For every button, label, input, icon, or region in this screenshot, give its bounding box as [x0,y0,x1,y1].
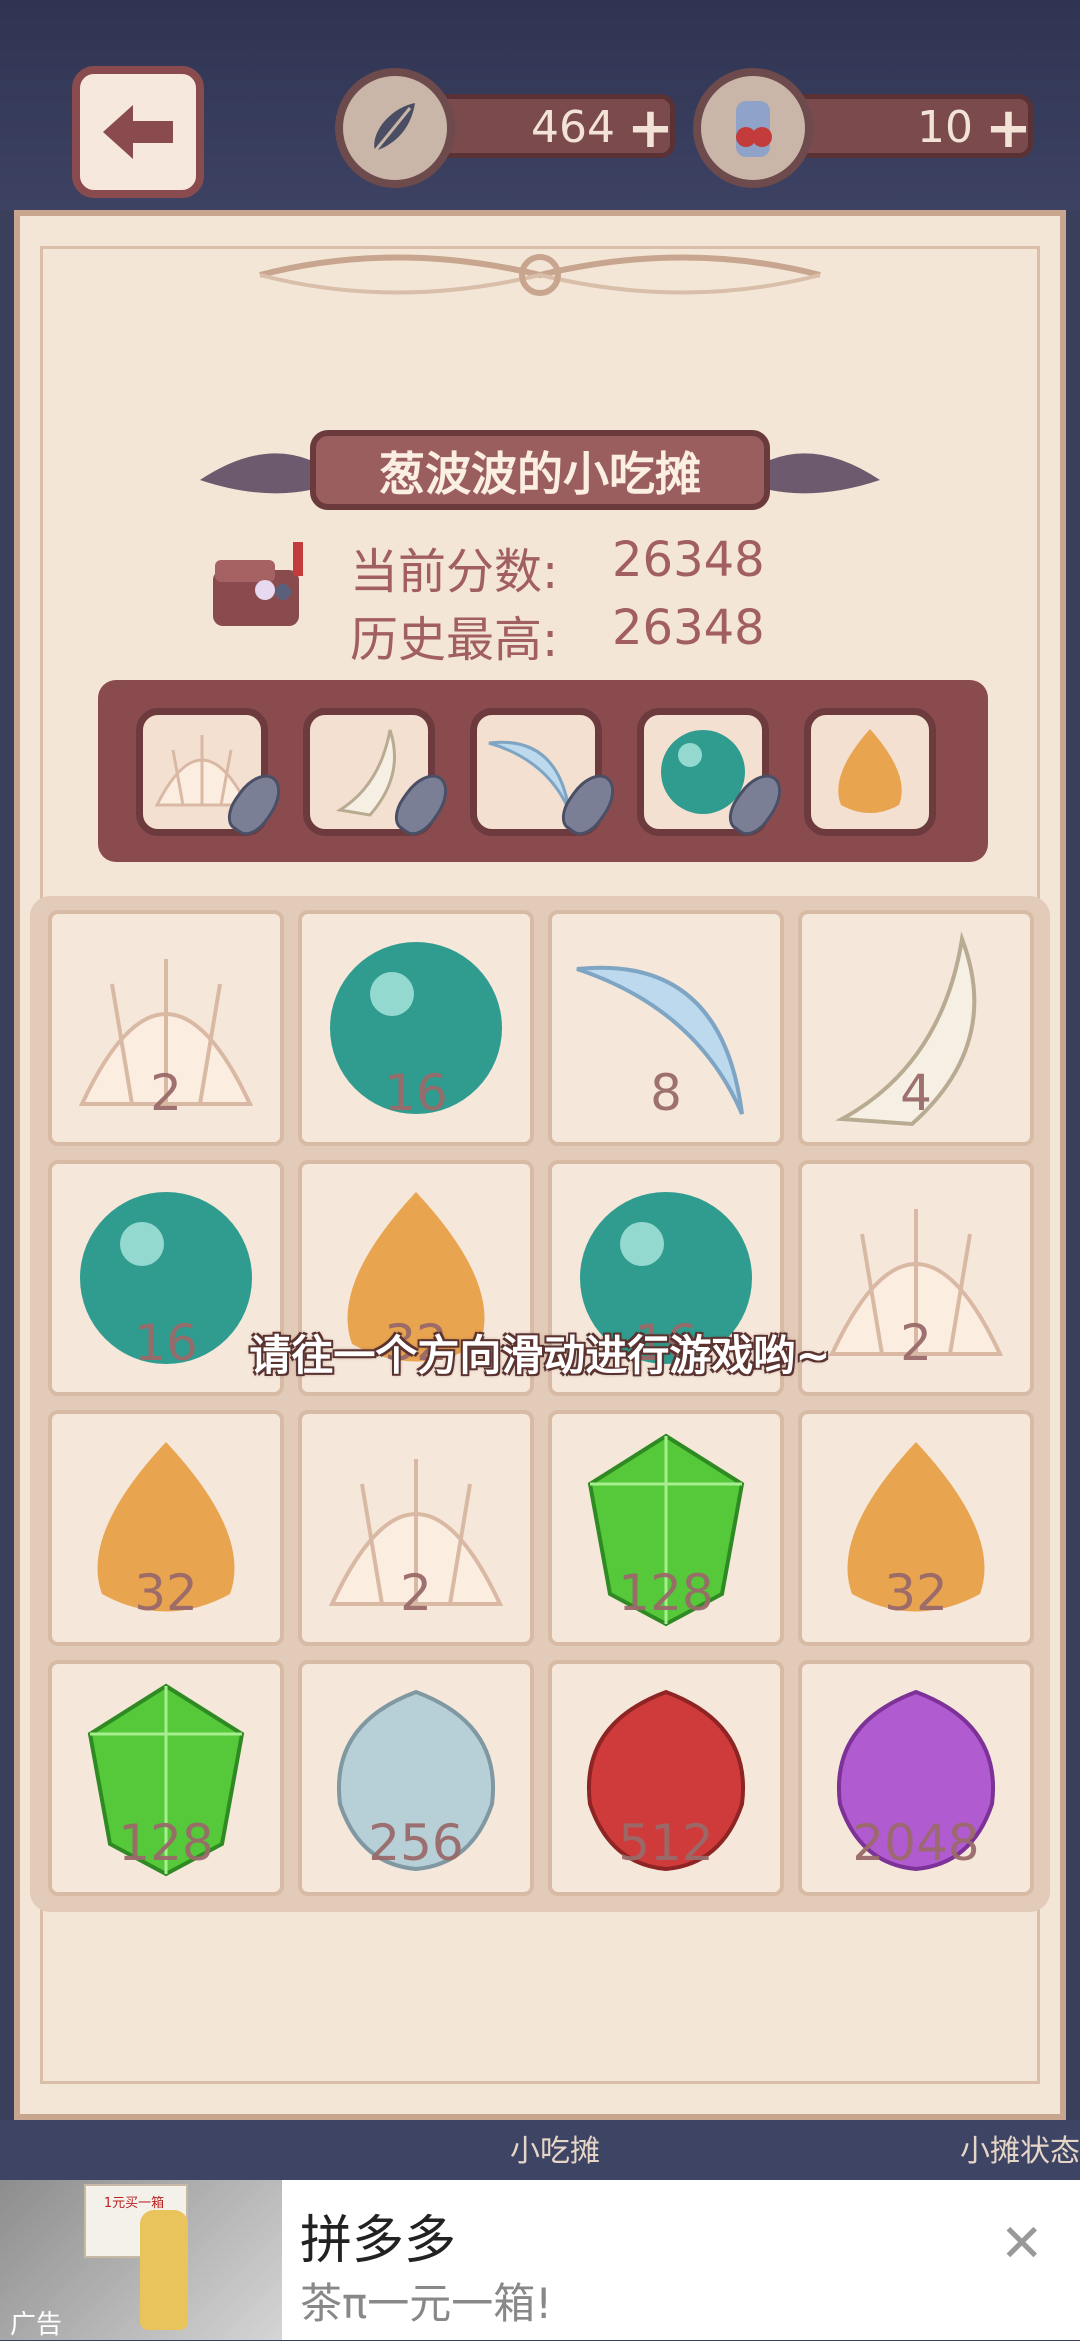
tab-snack[interactable]: 小吃摊 [510,2126,600,2170]
tab-status[interactable]: 小摊状态 [960,2126,1080,2170]
swipe-hint: 请往一个方向滑动进行游戏哟~ [249,1331,831,1380]
best-score: 历史最高: 26348 [350,600,765,670]
best-score-label: 历史最高: [350,612,559,668]
tray-slot-orb[interactable] [637,708,792,843]
back-button[interactable] [72,66,204,198]
tile-value: 2 [150,1064,182,1122]
add-feathers-button[interactable]: + [627,96,674,161]
close-ad-button[interactable]: ✕ [1000,2214,1044,2274]
tile-value: 512 [618,1814,714,1872]
tile-value: 32 [134,1564,198,1622]
grid-cell: 512 [548,1660,784,1896]
grid-cell: 128 [548,1410,784,1646]
tile-value: 8 [650,1064,682,1122]
grid-cell: 4 [798,910,1034,1146]
grid-cell: 2048 [798,1660,1034,1896]
arrow-left-icon [103,105,173,159]
current-score-label: 当前分数: [350,544,559,600]
grid-cell: 2 [298,1410,534,1646]
bottle-icon [140,2210,188,2330]
ad-banner[interactable]: 1元买一箱 广告 拼多多 茶π一元一箱! ✕ [0,2180,1080,2340]
grid-cell: 128 [48,1660,284,1896]
ad-subtitle: 茶π一元一箱! [300,2279,553,2328]
tile-value: 2048 [852,1814,980,1872]
amber-drop-icon [838,729,902,813]
feather-icon [335,68,455,188]
tile-value: 4 [900,1064,932,1122]
grid-cell: 32 [798,1410,1034,1646]
stall-title: 葱波波的小吃摊 [379,447,701,501]
product-box-text: 1元买一箱 [103,2196,165,2211]
collection-tray [98,680,988,862]
tile-value: 128 [618,1564,714,1622]
tile-value: 32 [884,1564,948,1622]
grid-cell: 8 [548,910,784,1146]
jewelry-box-icon [213,542,303,626]
ad-title[interactable]: 拼多多 [300,2198,456,2273]
best-score-value: 26348 [612,600,765,656]
grid-cell: 16 [298,910,534,1146]
tile-value: 256 [368,1814,464,1872]
current-score: 当前分数: 26348 [350,532,765,602]
tray-slot-shell[interactable] [136,708,291,843]
tray-slot-claw[interactable] [470,708,625,843]
tile-value: 128 [118,1814,214,1872]
feather-count: 464 [531,102,615,153]
grid-cell: 32 [48,1410,284,1646]
tile-value: 2 [400,1564,432,1622]
ad-tag: 广告 [10,2310,63,2340]
grid-cell: 256 [298,1660,534,1896]
potion-count: 10 [917,102,973,153]
bottom-tabs: 小吃摊 小摊状态 [0,2120,1080,2180]
game-board[interactable]: 2 16 8 4 16 32 16 2 32 2 128 32 128 256 … [30,896,1050,1912]
jar-icon [693,68,813,188]
add-potion-button[interactable]: + [985,96,1032,161]
tile-value: 16 [384,1064,448,1122]
title-banner: 葱波波的小吃摊 [200,420,880,520]
grid-cell: 2 [48,910,284,1146]
tray-slot-tooth[interactable] [303,708,458,843]
current-score-value: 26348 [612,532,765,588]
ornament-icon [259,254,821,296]
ad-image: 1元买一箱 广告 [0,2180,282,2340]
tray-slot-drop[interactable] [804,708,936,836]
